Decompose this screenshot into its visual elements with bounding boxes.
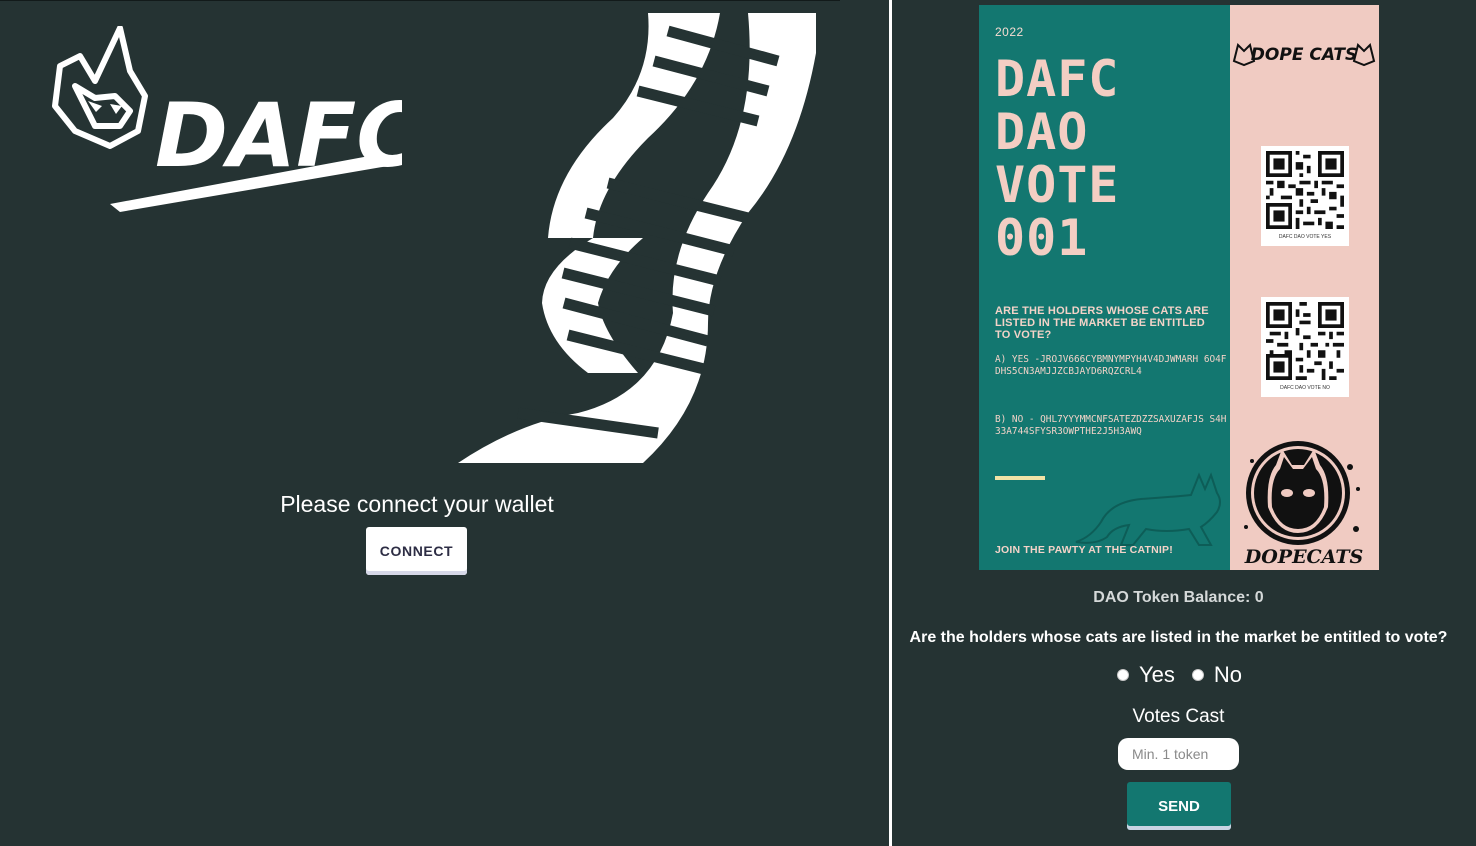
qr-no-caption: DAFC DAO VOTE NO [1280,385,1330,391]
vote-question: Are the holders whose cats are listed in… [909,629,1448,646]
poster-year: 2022 [995,25,1024,39]
connect-button[interactable]: CONNECT [366,527,467,575]
yes-radio[interactable] [1117,669,1129,681]
poster-question: ARE THE HOLDERS WHOSE CATS ARE LISTED IN… [995,305,1209,341]
no-radio[interactable] [1191,669,1204,681]
poster-option-a: A) YES -JROJV666CYBMNYMPYH4V4DJWMARH 6O4… [995,354,1227,377]
vote-options: Yes No [1117,660,1259,690]
dope-cats-brand: DOPE CATS [1232,43,1376,67]
cat-silhouette-icon [1075,472,1221,546]
vote-panel: 2022 DAFC DAO VOTE 001 ARE THE HOLDERS W… [892,0,1476,846]
connect-wallet-prompt: Please connect your wallet [280,491,554,517]
qr-icon [1266,151,1344,229]
option-yes-label: Yes [1139,662,1175,687]
poster-title: DAFC DAO VOTE 001 [995,50,1120,267]
logo-text: DAFC [155,84,402,187]
poster-accent-bar [995,476,1045,480]
qr-icon [1266,302,1344,380]
votes-cast-label: Votes Cast [1132,706,1225,727]
badge-text: DOPECATS [1244,546,1363,567]
qr-yes-caption: DAFC DAO VOTE YES [1278,234,1332,240]
wallet-panel: DAFC Please connect your wallet CONNECT [0,0,840,846]
dafc-logo: DAFC [52,26,402,212]
dopecats-badge-icon: DOPECATS [1244,441,1363,567]
qr-code-yes: DAFC DAO VOTE YES [1261,146,1349,246]
option-no-label: No [1213,662,1243,687]
dao-token-balance: DAO Token Balance: 0 [1093,589,1264,606]
votes-input[interactable] [1118,738,1239,770]
send-button[interactable]: SEND [1127,782,1231,830]
qr-code-no: DAFC DAO VOTE NO [1261,297,1349,397]
option-yes[interactable]: Yes [1117,662,1175,688]
poster-left-panel: 2022 DAFC DAO VOTE 001 ARE THE HOLDERS W… [979,5,1230,570]
poster-right-panel: DOPE CATS DAFC DAO VOTE YES DAFC DAO VOT… [1230,5,1379,570]
poster-option-b: B) NO - QHL7YYYMMCNFSATEZDZZSAXUZAFJS S4… [995,414,1227,437]
vote-poster: 2022 DAFC DAO VOTE 001 ARE THE HOLDERS W… [979,5,1379,570]
poster-footer: JOIN THE PAWTY AT THE CATNIP! [995,544,1173,556]
dna-illustration [458,13,816,463]
option-no[interactable]: No [1191,662,1243,688]
brand-text: DOPE CATS [1251,45,1357,65]
